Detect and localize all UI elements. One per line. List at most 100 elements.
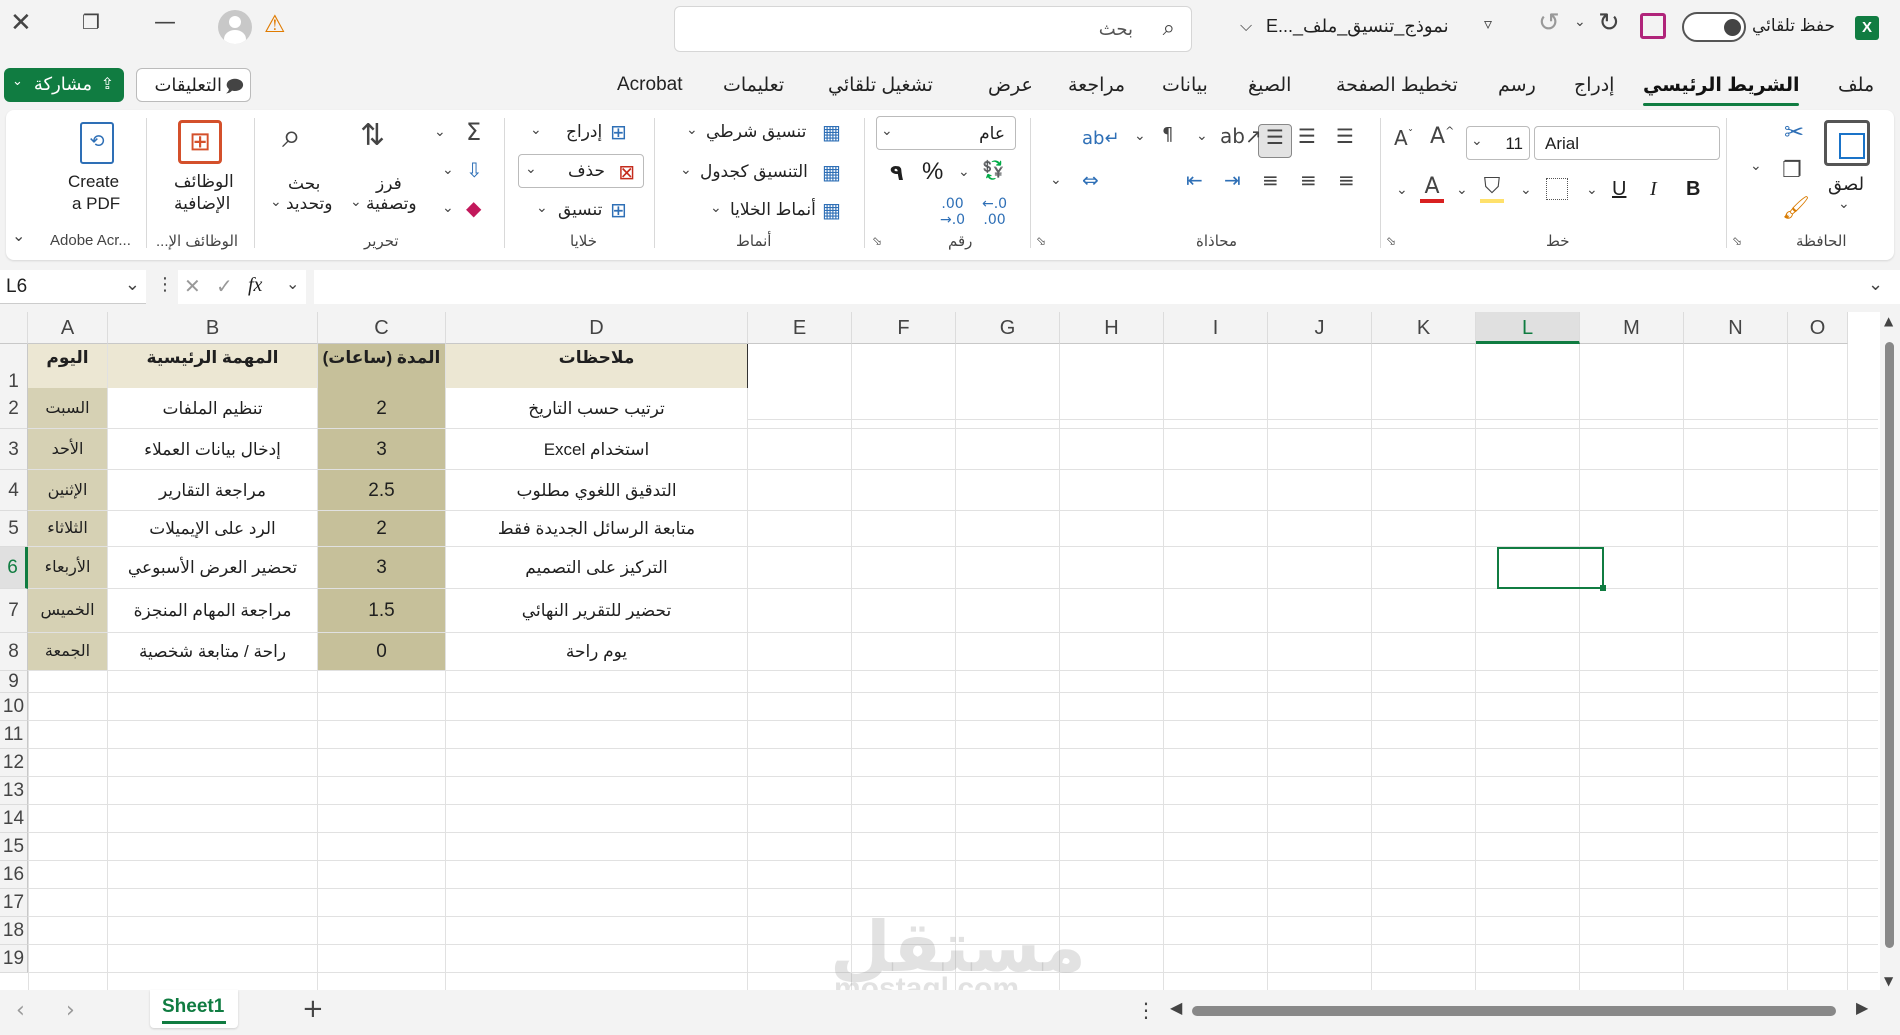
redo-icon[interactable]: ↻ (1598, 8, 1620, 38)
chevron-down-icon[interactable]: ⌄ (434, 124, 446, 140)
tab-acrobat[interactable]: Acrobat (617, 74, 682, 96)
enter-icon[interactable]: ✓ (216, 274, 233, 298)
task-cell[interactable]: تحضير العرض الأسبوعي (108, 547, 318, 589)
day-cell[interactable]: الإثنين (28, 470, 108, 511)
format-painter-icon[interactable]: 🖌 (1782, 196, 1810, 221)
column-header[interactable]: N (1684, 312, 1788, 344)
insert-cells-icon[interactable]: ⊞ (610, 120, 627, 144)
decrease-indent-icon[interactable]: ⇤ (1186, 168, 1203, 192)
chevron-down-icon[interactable]: ⌄ (442, 200, 454, 216)
align-bottom-icon[interactable]: ☰ (1258, 124, 1292, 158)
column-header[interactable]: J (1268, 312, 1372, 344)
chevron-down-icon[interactable]: ⌄ (686, 122, 698, 138)
cut-icon[interactable]: ✂ (1784, 118, 1804, 146)
format-cells-button[interactable]: تنسيق (558, 200, 602, 220)
tab-draw[interactable]: رسم (1498, 74, 1536, 97)
close-icon[interactable]: ✕ (10, 8, 32, 38)
addins-icon[interactable]: ⊞ (178, 120, 222, 164)
file-name[interactable]: نموذج_تنسيق_ملف_...E (1266, 16, 1449, 37)
tab-page-layout[interactable]: تخطيط الصفحة (1336, 74, 1458, 97)
find-select-label-1[interactable]: بحث (288, 174, 320, 194)
increase-indent-icon[interactable]: ⇥ (1224, 168, 1241, 192)
row-header[interactable]: 5 (0, 511, 28, 547)
active-cell[interactable] (1497, 547, 1606, 591)
row-header[interactable]: 8 (0, 633, 28, 671)
percent-button[interactable]: % (922, 158, 943, 186)
name-box[interactable]: L6 ⌄ (0, 270, 146, 304)
task-cell[interactable]: مراجعة التقارير (108, 470, 318, 511)
merge-center-icon[interactable]: ⇔ (1082, 168, 1099, 192)
column-header[interactable]: I (1164, 312, 1268, 344)
align-center-icon[interactable]: ≡ (1300, 168, 1317, 192)
day-cell[interactable]: الثلاثاء (28, 511, 108, 547)
sort-filter-label-1[interactable]: فرز (376, 174, 402, 194)
row-header[interactable]: 6 (0, 547, 28, 589)
row-header[interactable]: 10 (0, 693, 28, 721)
format-cells-icon[interactable]: ⊞ (610, 198, 627, 222)
create-pdf-icon[interactable]: ⟲ (80, 122, 114, 164)
tab-data[interactable]: بيانات (1162, 74, 1208, 97)
add-sheet-icon[interactable]: + (302, 994, 324, 1024)
notes-cell[interactable]: ترتيب حسب التاريخ (446, 388, 748, 429)
avatar[interactable] (218, 10, 252, 44)
sheet-tab[interactable]: Sheet1 (150, 990, 238, 1028)
create-pdf-label-2[interactable]: a PDF (72, 194, 120, 214)
paste-icon[interactable] (1824, 120, 1870, 166)
row-header[interactable]: 11 (0, 721, 28, 749)
task-cell[interactable]: راحة / متابعة شخصية (108, 633, 318, 671)
next-sheet-icon[interactable]: › (66, 998, 75, 1023)
font-color-icon[interactable]: A (1420, 174, 1444, 203)
scroll-left-icon[interactable]: ◀ (1170, 998, 1182, 1017)
day-cell[interactable]: الخميس (28, 589, 108, 633)
notes-cell[interactable]: استخدام Excel (446, 429, 748, 470)
clear-icon[interactable]: ◆ (466, 196, 481, 220)
row-header[interactable]: 4 (0, 470, 28, 511)
chevron-down-icon[interactable]: ⌄ (1838, 196, 1850, 212)
insert-cells-button[interactable]: إدراج (566, 122, 602, 142)
wrap-text-icon[interactable]: ab↵ (1082, 128, 1120, 149)
format-as-table-icon[interactable]: ▦ (822, 160, 841, 184)
column-header[interactable]: M (1580, 312, 1684, 344)
create-pdf-label-1[interactable]: Create (68, 172, 119, 192)
notes-cell[interactable]: التركيز على التصميم (446, 547, 748, 589)
text-direction-icon[interactable]: ¶ (1162, 124, 1173, 145)
italic-button[interactable]: I (1650, 178, 1657, 201)
delete-cells-button[interactable]: ⌄ ⊠ حذف (518, 154, 644, 188)
chevron-down-icon[interactable]: ⌄ (530, 122, 542, 138)
share-button[interactable]: ⇪ مشاركة ⌄ (4, 68, 124, 102)
more-options-icon[interactable]: ⋮ (156, 274, 174, 295)
chevron-down-icon[interactable]: ⌄ (1134, 128, 1146, 144)
duration-cell[interactable]: 3 (318, 429, 446, 470)
duration-cell[interactable]: 2 (318, 388, 446, 429)
sort-filter-icon[interactable]: ⇅ (360, 118, 385, 153)
column-header[interactable]: A (28, 312, 108, 344)
tab-formulas[interactable]: الصيغ (1248, 74, 1291, 97)
scrollbar-thumb[interactable] (1885, 342, 1894, 948)
search-box[interactable]: ⌕ بحث (674, 6, 1192, 52)
column-header[interactable]: E (748, 312, 852, 344)
formula-input[interactable] (314, 270, 1900, 304)
prev-sheet-icon[interactable]: ‹ (16, 998, 25, 1023)
comma-button[interactable]: ٩ (890, 160, 903, 186)
duration-cell[interactable]: 3 (318, 547, 446, 589)
row-header[interactable]: 17 (0, 889, 28, 917)
day-cell[interactable]: الأربعاء (28, 547, 108, 589)
horizontal-scrollbar[interactable] (1192, 1006, 1836, 1016)
borders-icon[interactable] (1546, 178, 1568, 200)
duration-cell[interactable]: 1.5 (318, 589, 446, 633)
customize-toolbar-icon[interactable]: ▿ (1484, 14, 1492, 33)
find-select-label-2[interactable]: وتحديد (286, 194, 333, 214)
column-header[interactable]: H (1060, 312, 1164, 344)
column-header[interactable]: B (108, 312, 318, 344)
column-header[interactable]: F (852, 312, 956, 344)
conditional-format-icon[interactable]: ▦ (822, 120, 841, 144)
chevron-down-icon[interactable]: ⌄ (1520, 182, 1532, 198)
duration-cell[interactable]: 2.5 (318, 470, 446, 511)
orientation-icon[interactable]: ab↗ (1220, 124, 1262, 148)
decrease-decimal-icon[interactable]: .00 →.0 (940, 196, 965, 228)
row-header[interactable]: 12 (0, 749, 28, 777)
fill-icon[interactable]: ⇩ (466, 158, 483, 182)
underline-button[interactable]: U (1612, 178, 1626, 201)
chevron-down-icon[interactable]: ⌄ (1396, 182, 1408, 198)
column-header[interactable]: D (446, 312, 748, 344)
